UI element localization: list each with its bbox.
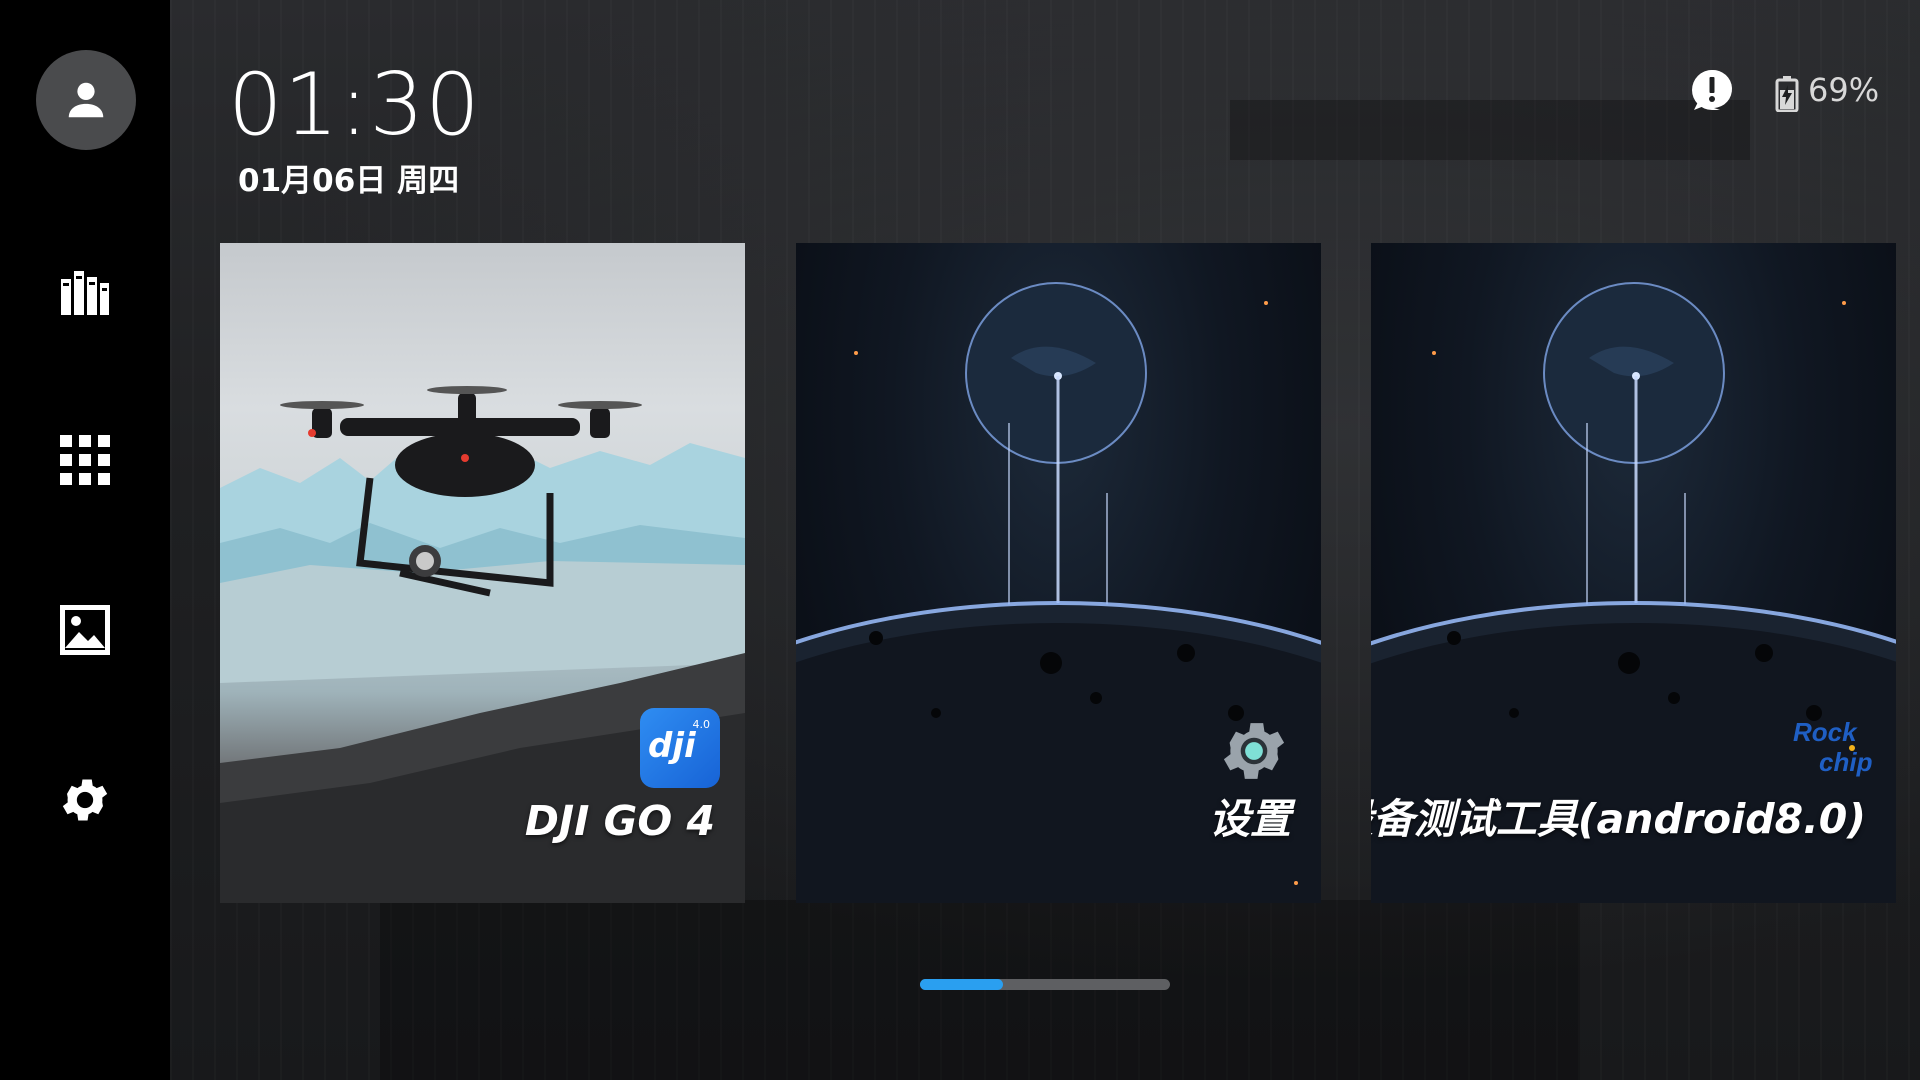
app-card-label: 设置 — [1209, 795, 1291, 843]
launcher-home-screen: 01:30 01月06日 周四 69% dji 4.0 DJI GO 4 设置 … — [0, 0, 1920, 1080]
gallery-button[interactable] — [55, 600, 115, 660]
settings-gear-icon — [1223, 723, 1285, 779]
person-icon — [68, 82, 104, 118]
wallpaper-shape — [380, 900, 1580, 1080]
clock-time: 01:30 — [228, 55, 481, 155]
rockchip-logo-text-bottom: chip — [1819, 747, 1873, 777]
wallpaper-shape — [1230, 100, 1750, 160]
dji-logo-text: dji — [648, 726, 696, 766]
app-card-label: DJI GO 4 — [524, 797, 715, 845]
battery-percentage: 69% — [1808, 71, 1880, 109]
page-indicator-active — [920, 979, 1003, 990]
alert-bubble-icon[interactable] — [1690, 68, 1734, 112]
sidebar — [0, 0, 170, 1080]
rockchip-icon: Rock chip — [1791, 713, 1881, 793]
library-button[interactable] — [55, 262, 115, 322]
app-card-device-test-tool[interactable]: Rock chip 设备测试工具(android8.0) — [1371, 243, 1896, 903]
page-indicator — [920, 979, 1170, 990]
battery-icon — [1775, 76, 1799, 112]
library-icon — [61, 271, 109, 315]
apps-button[interactable] — [55, 430, 115, 490]
dji-version-badge: 4.0 — [692, 718, 711, 731]
image-icon — [60, 605, 110, 655]
rockchip-logo-text-top: Rock — [1793, 717, 1857, 747]
clock-date: 01月06日 周四 — [238, 163, 460, 199]
rockchip-logo-dot — [1849, 745, 1855, 751]
user-avatar-button[interactable] — [36, 50, 136, 150]
app-card-label: 设备测试工具(android8.0) — [1371, 795, 1866, 843]
dji-go-icon: dji 4.0 — [640, 708, 720, 788]
settings-button[interactable] — [55, 770, 115, 830]
apps-grid-icon — [60, 435, 110, 485]
gear-icon — [62, 779, 108, 821]
app-card-dji-go-4[interactable]: dji 4.0 DJI GO 4 — [220, 243, 745, 903]
app-card-settings[interactable]: 设置 — [796, 243, 1321, 903]
